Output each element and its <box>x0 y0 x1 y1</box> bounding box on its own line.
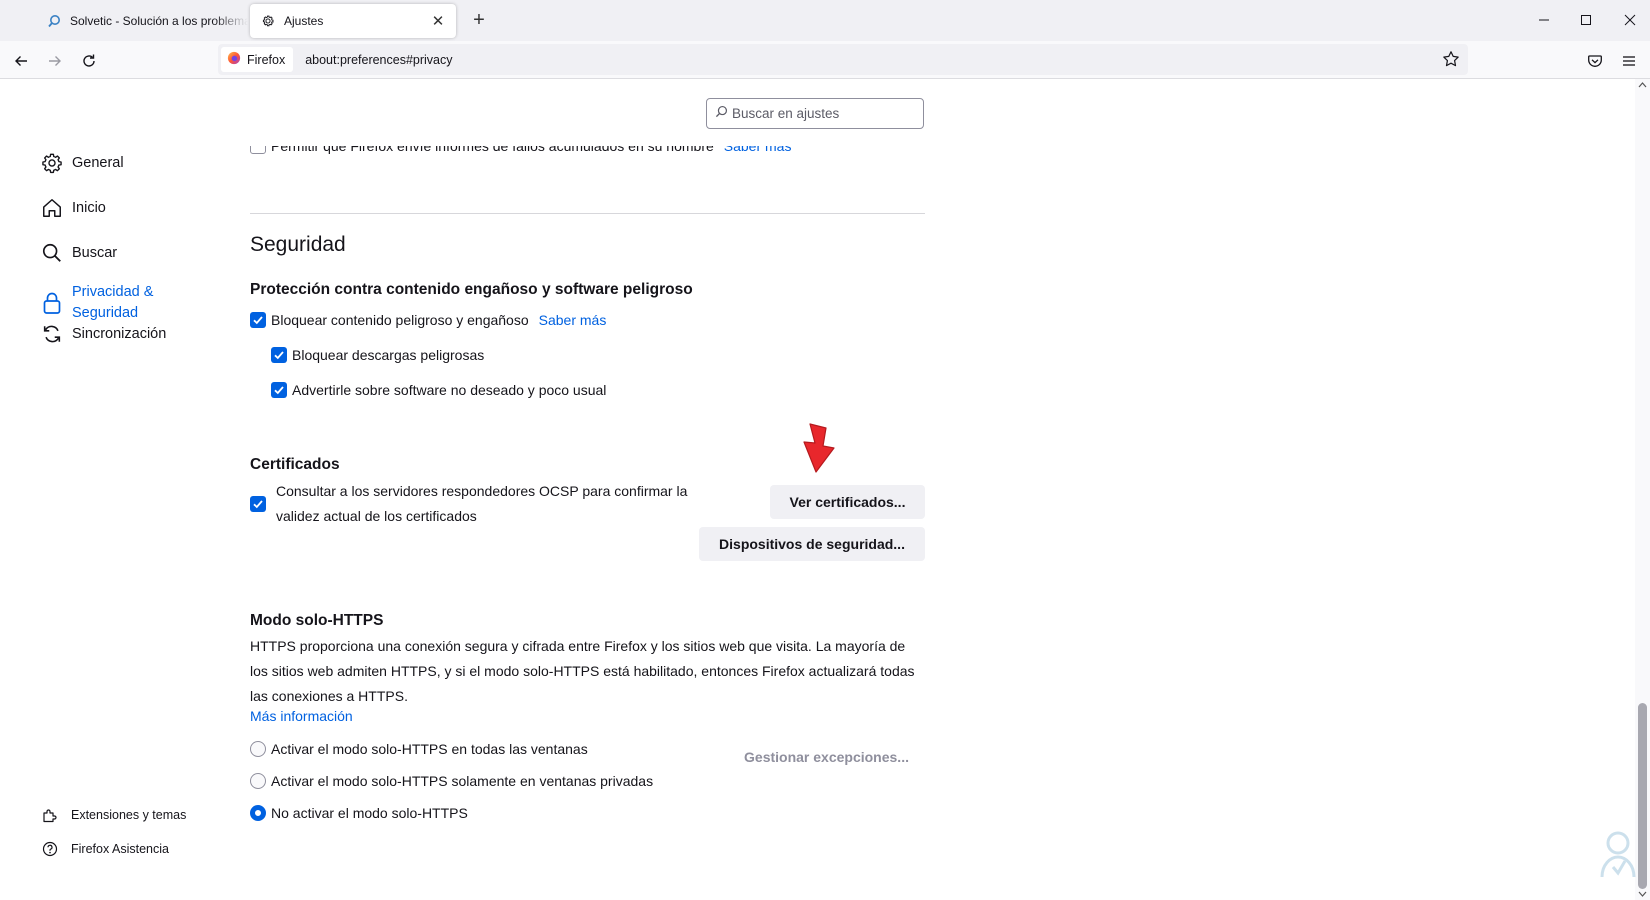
pocket-icon[interactable] <box>1583 49 1607 73</box>
block-downloads-checkbox[interactable] <box>271 347 287 363</box>
sidebar-item-sincronizacion[interactable]: Sincronización <box>40 322 166 346</box>
ocsp-checkbox[interactable] <box>250 496 266 512</box>
radio-button[interactable] <box>250 741 266 757</box>
ocsp-label: Consultar a los servidores respondedores… <box>276 479 687 529</box>
home-icon <box>40 196 64 220</box>
menu-hamburger-icon[interactable] <box>1617 49 1641 73</box>
tab-label: Ajustes <box>284 14 324 28</box>
footer-label: Firefox Asistencia <box>71 842 169 856</box>
sidebar-extensions-link[interactable]: Extensiones y temas <box>42 807 186 823</box>
radio-button-selected[interactable] <box>250 805 266 821</box>
gear-icon <box>260 13 276 29</box>
manage-exceptions-button[interactable]: Gestionar excepciones... <box>728 740 925 774</box>
https-only-description: HTTPS proporciona una conexión segura y … <box>250 638 915 704</box>
tab-strip: Solvetic - Solución a los problemas Ajus… <box>0 0 1650 41</box>
section-divider <box>250 213 925 214</box>
sidebar-item-label-line1: Privacidad & <box>72 284 154 300</box>
sidebar-item-label: Buscar <box>72 245 118 261</box>
close-window-icon[interactable] <box>1618 8 1642 32</box>
preferences-page: General Inicio Buscar Privacidad & Segur… <box>0 79 1650 900</box>
crash-reports-checkbox[interactable] <box>250 146 266 154</box>
crash-reports-row: Permitir que Firefox envíe informes de f… <box>250 146 850 162</box>
bookmark-star-icon[interactable] <box>1442 50 1460 73</box>
url-bar[interactable]: Firefox about:preferences#privacy <box>218 44 1468 75</box>
help-icon <box>42 841 58 857</box>
back-arrow-icon[interactable] <box>9 49 33 73</box>
tab-ajustes[interactable]: Ajustes ✕ <box>250 4 456 38</box>
block-dangerous-label: Bloquear contenido peligroso y engañoso <box>271 312 529 328</box>
tab-label: Solvetic - Solución a los problemas <box>70 14 248 28</box>
sidebar-item-label: Privacidad & Seguridad <box>72 282 153 324</box>
maximize-icon[interactable] <box>1574 8 1598 32</box>
radio-button[interactable] <box>250 773 266 789</box>
sidebar-help-link[interactable]: Firefox Asistencia <box>42 841 169 857</box>
https-disabled-option[interactable]: No activar el modo solo-HTTPS <box>250 805 468 821</box>
tab-solvetic[interactable]: Solvetic - Solución a los problemas <box>36 4 248 38</box>
https-private-windows-option[interactable]: Activar el modo solo-HTTPS solamente en … <box>250 773 653 789</box>
https-only-heading: Modo solo-HTTPS <box>250 612 384 629</box>
warn-unwanted-checkbox[interactable] <box>271 382 287 398</box>
sidebar-item-label: Sincronización <box>72 326 167 342</box>
sidebar-item-privacidad[interactable]: Privacidad & Seguridad <box>40 282 153 324</box>
reload-icon[interactable] <box>77 49 101 73</box>
scroll-down-icon[interactable] <box>1638 891 1647 897</box>
puzzle-icon <box>42 807 58 823</box>
forward-arrow-icon[interactable] <box>43 49 67 73</box>
sidebar-item-label: General <box>72 155 124 171</box>
view-certificates-button[interactable]: Ver certificados... <box>770 485 925 519</box>
search-icon <box>46 13 62 29</box>
search-icon <box>715 105 728 123</box>
ocsp-row: Consultar a los servidores respondedores… <box>250 479 690 529</box>
lock-icon <box>40 291 64 315</box>
search-box[interactable] <box>706 98 924 129</box>
footer-label: Extensiones y temas <box>71 808 187 822</box>
crash-reports-label: Permitir que Firefox envíe informes de f… <box>271 146 714 154</box>
gear-icon <box>40 151 64 175</box>
navigation-toolbar: Firefox about:preferences#privacy <box>0 41 1650 79</box>
radio-label: No activar el modo solo-HTTPS <box>271 805 468 821</box>
certificates-heading: Certificados <box>250 456 340 473</box>
sidebar-item-buscar[interactable]: Buscar <box>40 241 117 265</box>
identity-label: Firefox <box>247 52 286 67</box>
security-devices-button[interactable]: Dispositivos de seguridad... <box>699 527 925 561</box>
sidebar-item-general[interactable]: General <box>40 151 124 175</box>
https-all-windows-option[interactable]: Activar el modo solo-HTTPS en todas las … <box>250 741 588 757</box>
block-dangerous-checkbox[interactable] <box>250 312 266 328</box>
close-tab-icon[interactable]: ✕ <box>428 11 448 31</box>
identity-box[interactable]: Firefox <box>221 47 294 72</box>
sidebar-item-inicio[interactable]: Inicio <box>40 196 106 220</box>
security-heading: Seguridad <box>250 233 346 256</box>
search-input[interactable] <box>732 106 912 121</box>
search-icon <box>40 241 64 265</box>
block-dangerous-row: Bloquear contenido peligroso y engañoso … <box>250 312 606 328</box>
warn-unwanted-row: Advertirle sobre software no deseado y p… <box>271 382 606 398</box>
vertical-scrollbar[interactable] <box>1635 79 1650 900</box>
deceptive-content-heading: Protección contra contenido engañoso y s… <box>250 281 693 298</box>
watermark-logo <box>1596 827 1640 886</box>
red-arrow-annotation <box>798 422 846 481</box>
new-tab-button[interactable]: + <box>468 10 490 32</box>
learn-more-link[interactable]: Saber más <box>539 312 607 328</box>
radio-label: Activar el modo solo-HTTPS en todas las … <box>271 741 588 757</box>
url-text[interactable]: about:preferences#privacy <box>305 53 452 67</box>
minimize-icon[interactable] <box>1532 8 1556 32</box>
sidebar-item-label: Inicio <box>72 200 106 216</box>
more-info-link[interactable]: Más información <box>250 708 353 724</box>
crash-reports-learn-more-link[interactable]: Saber más <box>724 146 792 154</box>
sidebar-item-label-line2: Seguridad <box>72 305 139 321</box>
warn-unwanted-label: Advertirle sobre software no deseado y p… <box>292 382 607 398</box>
radio-label: Activar el modo solo-HTTPS solamente en … <box>271 773 654 789</box>
block-downloads-label: Bloquear descargas peligrosas <box>292 347 485 363</box>
ocsp-label-line2: validez actual de los certificados <box>276 508 477 524</box>
firefox-logo-icon <box>227 51 241 68</box>
sync-icon <box>40 322 64 346</box>
block-downloads-row: Bloquear descargas peligrosas <box>271 347 484 363</box>
ocsp-label-line1: Consultar a los servidores respondedores… <box>276 483 688 499</box>
scroll-up-icon[interactable] <box>1638 82 1647 88</box>
